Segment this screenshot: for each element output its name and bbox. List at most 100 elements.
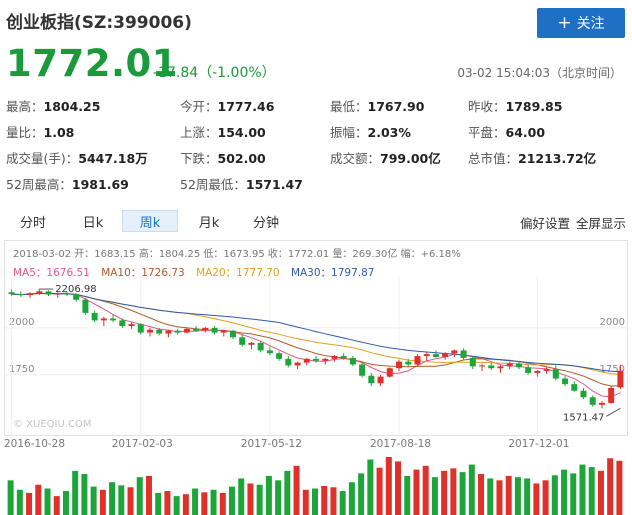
fullscreen-link[interactable]: 全屏显示 — [576, 213, 626, 232]
volume-bar — [302, 489, 309, 515]
volume-bar — [607, 458, 614, 515]
volume-bar — [441, 470, 448, 515]
candle-body — [534, 371, 541, 373]
stat-52w-high: 52周最高：1981.69 — [6, 177, 129, 192]
volume-bar — [26, 492, 33, 515]
candle-body — [460, 350, 467, 358]
volume-bar — [182, 494, 189, 515]
volume-bar — [173, 496, 180, 515]
tab-minute[interactable]: 分钟 — [246, 210, 286, 232]
candle-body — [119, 320, 126, 327]
volume-bar — [579, 464, 586, 515]
stat-advancers: 上涨：154.00 — [180, 125, 266, 140]
volume-bar — [514, 477, 521, 515]
volume-bar — [145, 475, 152, 515]
candle-body — [165, 330, 172, 334]
candle-body — [202, 327, 209, 331]
y-tick-label-left: 1750 — [9, 364, 34, 375]
volume-bar — [588, 467, 595, 515]
candle-body — [580, 390, 587, 398]
annotation-high-label: 2206.98 — [55, 284, 96, 295]
volume-bar — [376, 467, 383, 515]
x-tick-label: 2017-08-18 — [370, 438, 432, 450]
volume-bar — [90, 486, 97, 515]
tab-intraday[interactable]: 分时 — [14, 210, 52, 232]
candle-body — [377, 376, 384, 384]
candle-body — [146, 329, 153, 333]
candle-body — [248, 342, 255, 345]
y-tick-label-right: 2000 — [600, 317, 625, 328]
candle-body — [571, 384, 578, 391]
x-axis: 2016-10-28 2017-02-03 2017-05-12 2017-08-18… — [0, 438, 632, 454]
candle-body — [45, 291, 52, 295]
preferences-link[interactable]: 偏好设置 — [520, 213, 570, 232]
kline-chart[interactable]: 2018-03-02 开：1683.15 高：1804.25 低：1673.95… — [4, 240, 629, 437]
volume-bar — [339, 491, 346, 515]
volume-bar — [238, 478, 245, 515]
volume-bar — [404, 475, 411, 515]
candle-body — [229, 330, 236, 338]
volume-bar — [275, 480, 282, 515]
stat-open: 今开：1777.46 — [180, 99, 275, 114]
volume-bar — [16, 489, 23, 515]
volume-bar — [496, 480, 503, 515]
candle-body — [313, 358, 319, 361]
stat-market-cap: 总市值：21213.72亿 — [468, 151, 597, 166]
volume-bar — [127, 487, 134, 515]
stat-amplitude: 振幅：2.03% — [330, 125, 411, 140]
stat-volume-ratio: 量比：1.08 — [6, 125, 75, 140]
candle-body — [220, 330, 227, 333]
x-tick-label: 2017-02-03 — [111, 438, 173, 450]
candle-body — [451, 350, 458, 354]
volume-bar — [247, 483, 254, 515]
candle-body — [294, 362, 301, 366]
watermark: © XUEQIU.COM — [13, 419, 92, 430]
candle-body — [552, 369, 559, 379]
volume-bar — [284, 470, 291, 515]
volume-bar — [321, 486, 328, 515]
candle-body — [8, 292, 15, 295]
plus-icon: + — [557, 12, 572, 33]
candle-body — [349, 357, 356, 365]
volume-bar — [422, 465, 429, 515]
volume-bar — [99, 489, 106, 515]
candle-body — [137, 324, 144, 333]
x-tick-label: 2017-05-12 — [240, 438, 302, 450]
volume-bar — [468, 464, 475, 515]
volume-bar — [228, 486, 235, 515]
volume-bar — [81, 474, 88, 515]
follow-button[interactable]: + 关注 — [537, 8, 625, 38]
tab-weekly-k[interactable]: 周k — [122, 210, 178, 232]
tab-daily-k[interactable]: 日k — [74, 210, 112, 232]
volume-bar — [395, 461, 402, 515]
volume-bar — [450, 468, 457, 515]
volume-plot — [7, 457, 623, 515]
stat-turnover: 成交额：799.00亿 — [330, 151, 441, 166]
volume-bar — [136, 477, 143, 515]
candle-body — [331, 356, 338, 359]
candle-body — [617, 370, 624, 388]
candlestick-plot: 2000 20001750 17502206.981571.47 — [5, 277, 629, 437]
volume-bar — [478, 474, 485, 515]
candle-body — [303, 358, 310, 363]
tab-monthly-k[interactable]: 月k — [190, 210, 228, 232]
volume-bar — [164, 491, 171, 515]
follow-label: 关注 — [576, 16, 605, 32]
candle-body — [423, 354, 430, 357]
volume-bar — [413, 469, 420, 515]
y-tick-label-left: 2000 — [9, 317, 34, 328]
candle-body — [82, 299, 89, 313]
price-change: -17.84（-1.00%） — [153, 65, 276, 81]
candle-body — [515, 363, 522, 368]
ma5-line — [11, 292, 621, 398]
x-tick-label: 2016-10-28 — [4, 438, 66, 450]
volume-bar — [265, 475, 272, 515]
candle-body — [386, 368, 393, 377]
volume-bar — [201, 492, 208, 515]
candle-body — [488, 365, 495, 369]
volume-bar — [348, 482, 355, 515]
candle-body — [562, 378, 569, 385]
volume-bar — [53, 496, 60, 515]
volume-bar — [367, 459, 374, 515]
candle-body — [110, 318, 117, 321]
